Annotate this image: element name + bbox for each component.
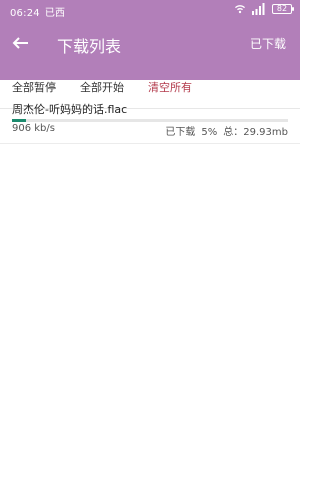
page-title: 下载列表 — [57, 37, 122, 56]
downloaded-button[interactable]: 已下载 — [250, 35, 286, 52]
file-name: 周杰伦-听妈妈的话.flac — [12, 103, 128, 116]
app-bar: 下载列表 已下载 — [0, 20, 300, 80]
status-carrier: 已西 — [44, 8, 66, 19]
progress-fill — [12, 119, 26, 122]
download-speed: 906 kb/s — [12, 123, 55, 134]
total-size: 29.93mb — [243, 127, 288, 138]
signal-icon — [252, 3, 266, 15]
app-header: 06:24 已西 82 下载列表 已下载 — [0, 0, 300, 80]
download-detail: 已下载 5% 总：29.93mb — [165, 123, 288, 138]
wifi-icon — [234, 3, 246, 15]
back-arrow-icon — [12, 37, 28, 49]
download-item[interactable]: 周杰伦-听妈妈的话.flac 906 kb/s 已下载 5% 总：29.93mb — [0, 95, 300, 144]
download-status: 已下载 — [165, 127, 196, 138]
back-button[interactable] — [8, 30, 34, 56]
download-progress — [12, 119, 288, 122]
total-label: 总： — [223, 127, 244, 138]
download-percent: 5% — [201, 127, 218, 138]
status-icons: 82 — [234, 3, 294, 15]
battery-icon: 82 — [272, 4, 294, 14]
status-bar: 06:24 已西 82 — [0, 0, 300, 20]
status-time: 06:24 已西 — [10, 8, 66, 19]
